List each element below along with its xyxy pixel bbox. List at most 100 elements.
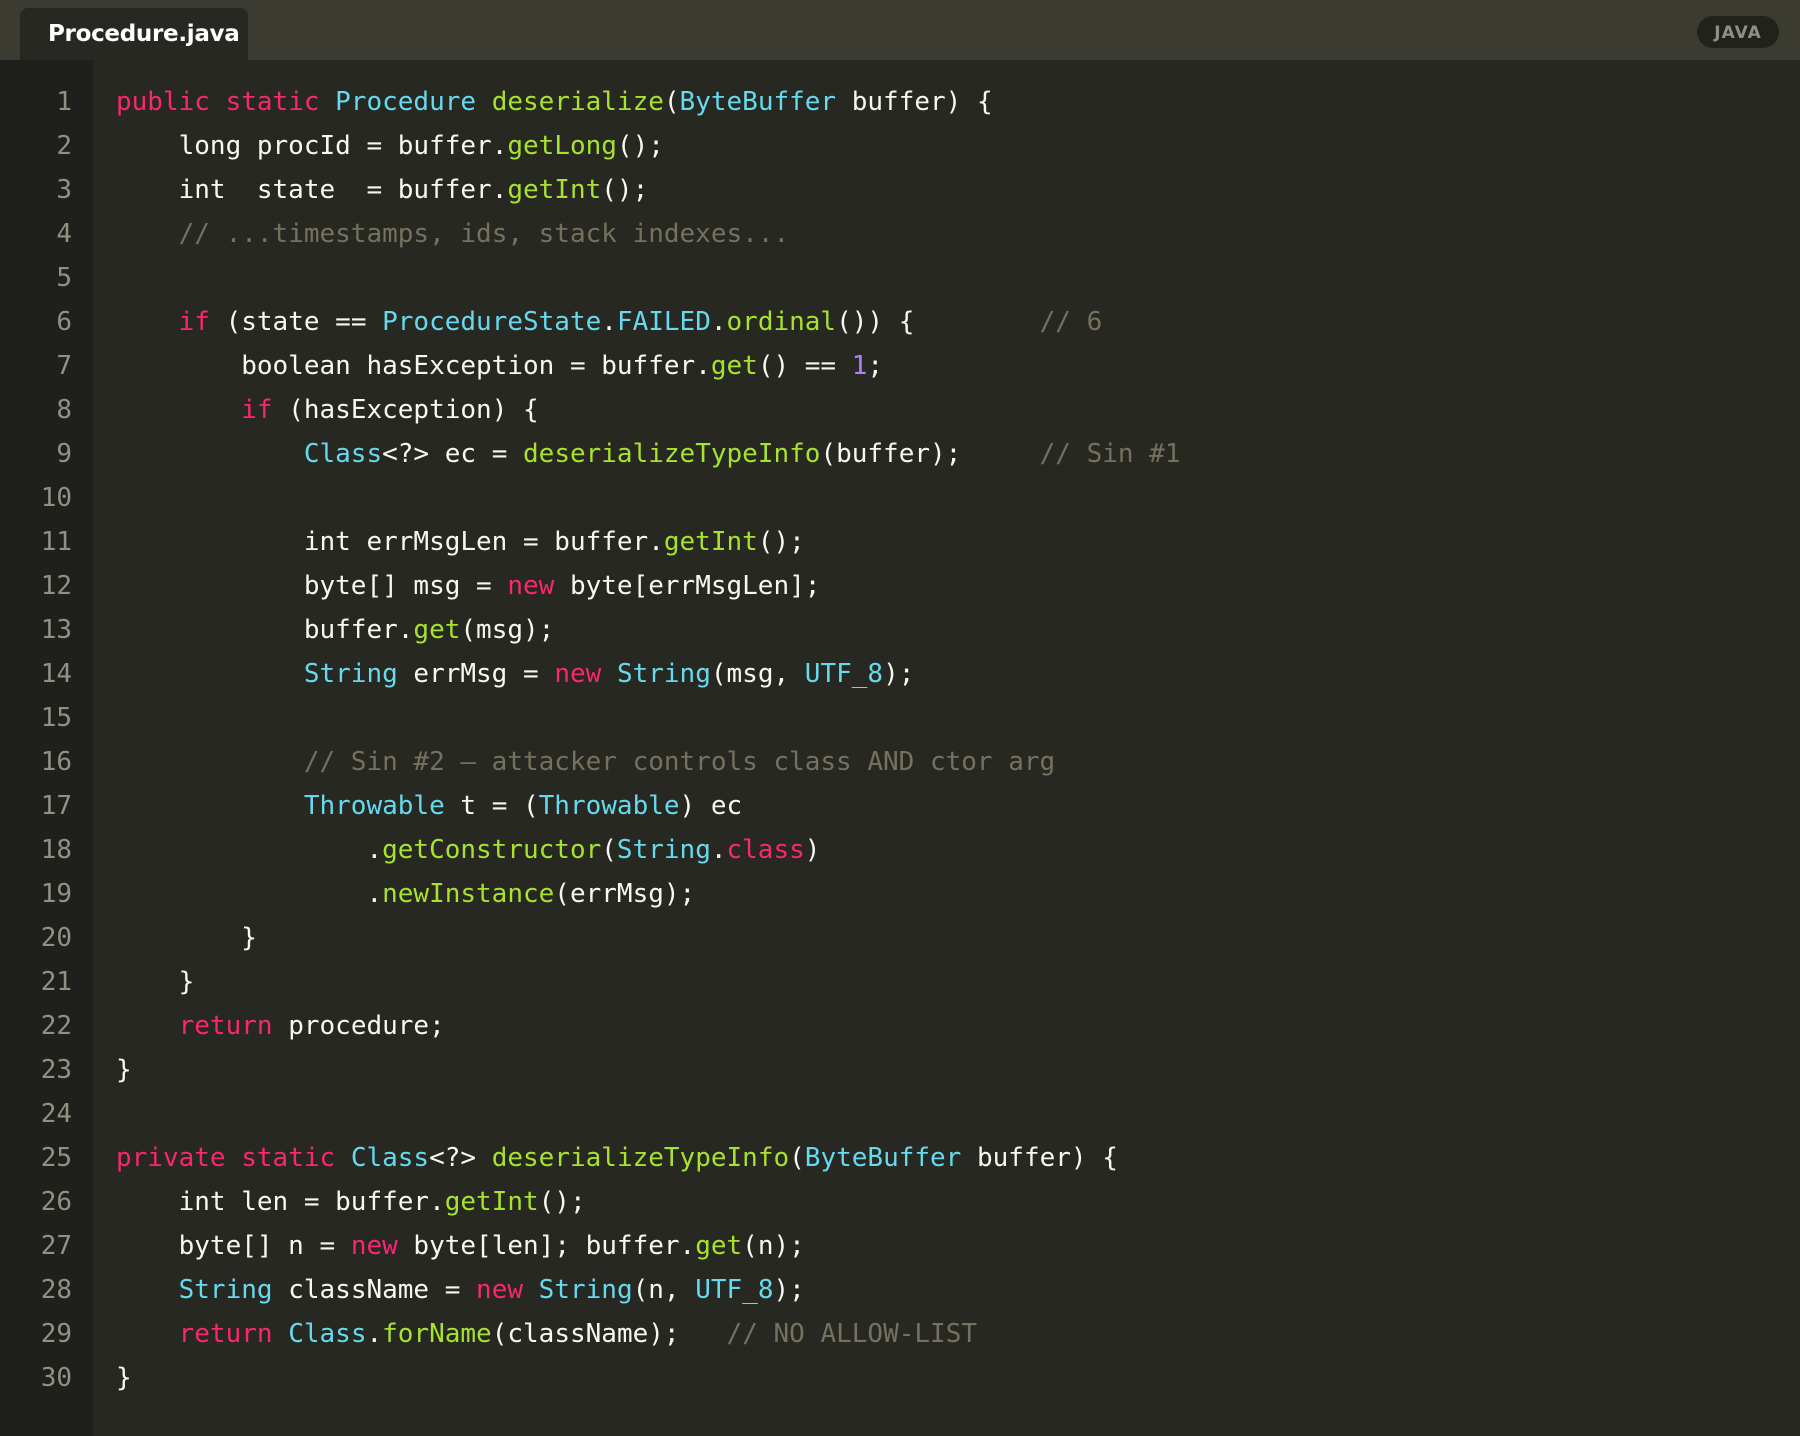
- line-number: 15: [40, 703, 72, 733]
- punctuation-token: .: [366, 835, 383, 865]
- punctuation-token: ) {: [1070, 1143, 1118, 1173]
- punctuation-token: .: [679, 1231, 696, 1261]
- text-token: ec =: [429, 439, 524, 469]
- code-line: 30}: [0, 1356, 1800, 1400]
- line-number: 28: [40, 1275, 72, 1305]
- code-line: 21 }: [0, 960, 1800, 1004]
- keyword-token: class: [726, 835, 805, 865]
- code-line: 24: [0, 1092, 1800, 1136]
- line-number: 30: [40, 1363, 72, 1393]
- type-token: Throwable: [538, 791, 680, 821]
- code-line-text: }: [116, 960, 195, 1004]
- text-token: errMsg: [569, 879, 664, 909]
- function-token: deserialize: [491, 87, 664, 117]
- punctuation-token: (: [663, 87, 680, 117]
- punctuation-token: );: [523, 615, 555, 645]
- editor-title-bar: Procedure.java JAVA: [0, 0, 1800, 60]
- line-number: 23: [40, 1055, 72, 1085]
- punctuation-token: <?>: [382, 439, 430, 469]
- text-token: byte[] n =: [116, 1231, 351, 1261]
- function-token: get: [413, 615, 461, 645]
- code-line-text: String className = new String(n, UTF_8);: [116, 1268, 805, 1312]
- code-area[interactable]: 1 public static Procedure deserialize(Byt…: [0, 80, 1800, 1400]
- code-line-text: boolean hasException = buffer.get() == 1…: [116, 344, 883, 388]
- code-line-text: buffer.get(msg);: [116, 608, 555, 652]
- line-number: 7: [56, 351, 72, 381]
- code-line: 23}: [0, 1048, 1800, 1092]
- keyword-token: if: [241, 395, 273, 425]
- code-line: 29 return Class.forName(className); // N…: [0, 1312, 1800, 1356]
- text-token: ==: [789, 351, 852, 381]
- code-line: 1 public static Procedure deserialize(Byt…: [0, 80, 1800, 124]
- code-line-text: long procId = buffer.getLong();: [116, 124, 664, 168]
- punctuation-token: );: [883, 659, 915, 689]
- code-line: 2 long procId = buffer.getLong();: [0, 124, 1800, 168]
- code-line-text: public static Procedure deserialize(Byte…: [116, 80, 993, 124]
- code-line: 15: [0, 696, 1800, 740]
- code-line: 25 private static Class<?> deserializeTyp…: [0, 1136, 1800, 1180]
- line-number: 20: [40, 923, 72, 953]
- type-token: ProcedureState: [382, 307, 602, 337]
- punctuation-token: .: [366, 879, 383, 909]
- punctuation-token: (: [554, 879, 570, 909]
- text-token: n,: [648, 1275, 696, 1305]
- code-line-text: // Sin #2 — attacker controls class AND …: [116, 740, 1055, 784]
- text-token: buffer: [116, 615, 398, 645]
- function-token: deserializeTypeInfo: [523, 439, 821, 469]
- text-token: byte[errMsgLen];: [554, 571, 821, 601]
- punctuation-token: .: [429, 1187, 445, 1217]
- code-line: 20 }: [0, 916, 1800, 960]
- text-token: msg: [476, 615, 524, 645]
- text-token: int state = buffer: [116, 175, 492, 205]
- text-token: buffer: [836, 87, 946, 117]
- function-token: getInt: [444, 1187, 539, 1217]
- text-token: byte[] msg =: [116, 571, 508, 601]
- punctuation-token: <?>: [429, 1143, 477, 1173]
- keyword-token: new: [554, 659, 602, 689]
- keyword-token: new: [476, 1275, 524, 1305]
- line-number: 17: [40, 791, 72, 821]
- code-line: 28 String className = new String(n, UTF_…: [0, 1268, 1800, 1312]
- code-line-text: int len = buffer.getInt();: [116, 1180, 586, 1224]
- line-number: 29: [40, 1319, 72, 1349]
- line-number: 8: [56, 395, 72, 425]
- punctuation-token: .: [397, 615, 414, 645]
- comment-token: // ...timestamps, ids, stack indexes...: [178, 219, 790, 249]
- text-token: }: [116, 1363, 132, 1393]
- line-number: 14: [40, 659, 72, 689]
- code-line: 16 // Sin #2 — attacker controls class A…: [0, 740, 1800, 784]
- text-token: boolean hasException = buffer: [116, 351, 696, 381]
- code-editor: Procedure.java JAVA 1 public static Proce…: [0, 0, 1800, 1436]
- code-line: 3 int state = buffer.getInt();: [0, 168, 1800, 212]
- text-token: msg,: [726, 659, 805, 689]
- punctuation-token: .: [710, 835, 727, 865]
- code-line-text: if (state == ProcedureState.FAILED.ordin…: [116, 300, 1103, 344]
- line-number: 18: [40, 835, 72, 865]
- function-token: getInt: [507, 175, 602, 205]
- punctuation-token: (: [601, 835, 617, 865]
- function-token: forName: [382, 1319, 492, 1349]
- type-token: Class: [350, 1143, 430, 1173]
- type-token: Class: [288, 1319, 367, 1349]
- code-line: 8 if (hasException) {: [0, 388, 1800, 432]
- file-tab[interactable]: Procedure.java: [20, 8, 248, 60]
- line-number: 5: [56, 263, 72, 293]
- punctuation-token: (: [632, 1275, 649, 1305]
- line-number: 11: [40, 527, 72, 557]
- function-token: getLong: [507, 131, 617, 161]
- code-line-text: byte[] msg = new byte[errMsgLen];: [116, 564, 821, 608]
- punctuation-token: ();: [757, 527, 805, 557]
